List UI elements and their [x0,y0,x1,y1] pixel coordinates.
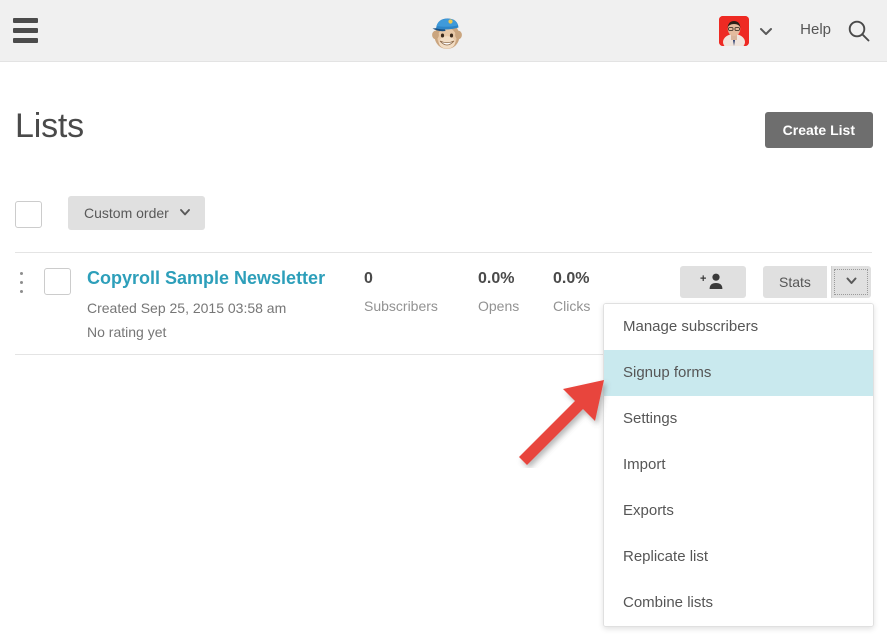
stat-label: Subscribers [364,298,438,314]
stat-value: 0.0% [478,270,515,287]
menu-item-manage-subscribers[interactable]: Manage subscribers [604,304,873,350]
red-pointer-arrow [505,363,615,468]
add-subscriber-button[interactable]: + [680,266,746,298]
divider-above-list [15,252,872,253]
menu-item-replicate-list[interactable]: Replicate list [604,534,873,580]
menu-item-import[interactable]: Import [604,442,873,488]
hamburger-bar [13,18,38,23]
page-title: Lists [15,107,84,145]
hamburger-menu-icon[interactable] [13,18,38,44]
custom-order-dropdown-button[interactable]: Custom order [68,196,205,230]
user-avatar[interactable] [719,16,749,46]
hamburger-bar [13,28,38,33]
grip-dot [20,272,23,275]
search-icon[interactable] [846,18,872,44]
stat-opens: 0.0% Opens [478,270,519,314]
list-toolbar: Custom order [0,196,887,244]
list-actions-dropdown-toggle[interactable] [831,266,871,298]
top-header-bar: Help [0,0,887,62]
svg-text:+: + [700,273,706,285]
grip-dot [20,290,23,293]
stat-value: 0 [364,270,373,287]
select-all-checkbox[interactable] [15,201,42,228]
help-link[interactable]: Help [800,21,831,38]
stat-clicks: 0.0% Clicks [553,270,590,314]
stat-label: Opens [478,298,520,314]
hamburger-bar [13,38,38,43]
menu-item-exports[interactable]: Exports [604,488,873,534]
stats-button[interactable]: Stats [763,266,827,298]
menu-item-signup-forms[interactable]: Signup forms [604,350,873,396]
stat-value: 0.0% [553,270,590,287]
custom-order-label: Custom order [84,205,169,221]
drag-handle-icon[interactable] [20,272,28,294]
list-actions-dropdown-menu: Manage subscribers Signup forms Settings… [603,303,874,627]
grip-dot [20,281,23,284]
user-menu-chevron-down-icon[interactable] [758,23,774,39]
mailchimp-freddie-logo[interactable] [424,9,468,53]
menu-item-combine-lists[interactable]: Combine lists [604,580,873,626]
add-person-icon: + [700,272,726,293]
list-name-link[interactable]: Copyroll Sample Newsletter [87,268,325,289]
chevron-down-icon [179,205,191,221]
stat-label: Clicks [553,298,591,314]
list-created-date: Created Sep 25, 2015 03:58 am [87,300,287,316]
menu-item-settings[interactable]: Settings [604,396,873,442]
list-rating: No rating yet [87,324,167,340]
stat-subscribers: 0 Subscribers [364,270,438,314]
row-select-checkbox[interactable] [44,268,71,295]
create-list-button[interactable]: Create List [764,112,873,148]
chevron-down-icon [845,274,858,290]
